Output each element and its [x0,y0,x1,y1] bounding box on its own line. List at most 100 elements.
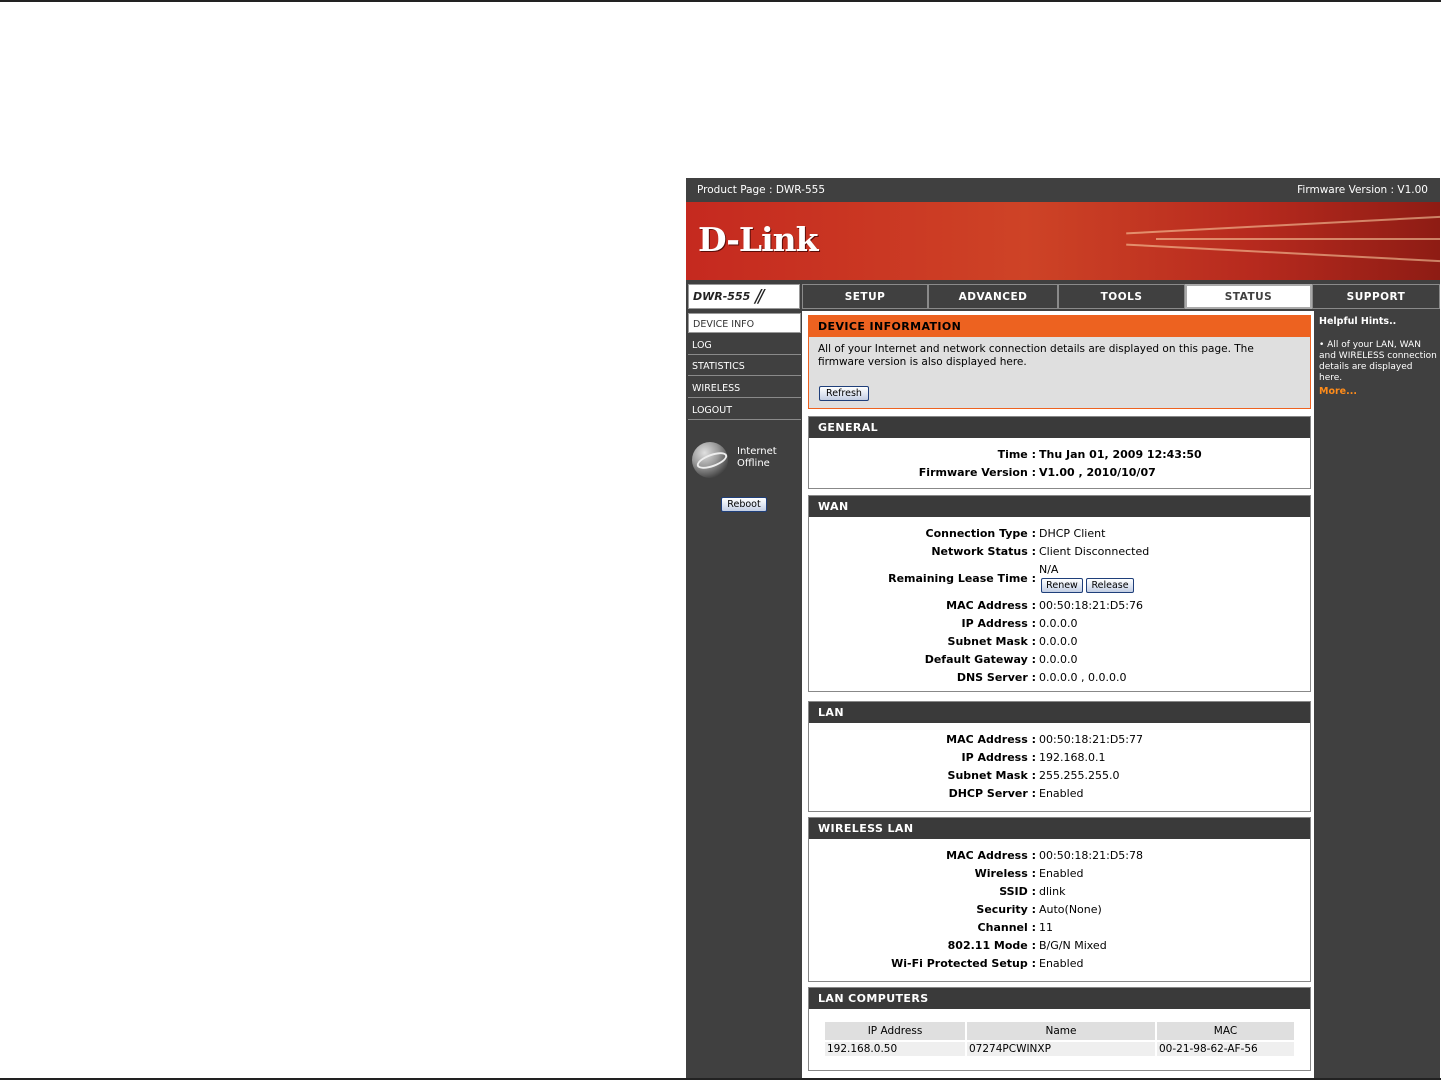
wlan-wps-label: Wi-Fi Protected Setup : [891,957,1036,970]
wlan-ssid-label: SSID : [999,885,1036,898]
lan-mac-row: MAC Address : 00:50:18:21:D5:77 [809,733,1312,750]
internet-status-text: Internet Offline [737,446,777,470]
wan-title: WAN [809,496,1310,517]
offline-label: Offline [737,458,770,469]
lan-ip-row: IP Address : 192.168.0.1 [809,751,1312,768]
tab-support[interactable]: SUPPORT [1312,284,1440,309]
tab-tools[interactable]: TOOLS [1058,284,1185,309]
wan-mac-row: MAC Address : 00:50:18:21:D5:76 [809,599,1312,616]
lan-subnet-value: 255.255.255.0 [1039,769,1120,782]
wan-connection-type-row: Connection Type : DHCP Client [809,527,1312,544]
lan-dhcp-row: DHCP Server : Enabled [809,787,1312,804]
table-header-row: IP Address Name MAC [825,1022,1294,1040]
wlan-channel-row: Channel : 11 [809,921,1312,938]
cell-name: 07274PCWINXP [967,1042,1155,1056]
wan-gateway-row: Default Gateway : 0.0.0.0 [809,653,1312,670]
more-link[interactable]: More... [1319,386,1357,397]
tab-status[interactable]: STATUS [1185,284,1312,309]
time-label: Time : [997,448,1036,461]
wan-ip-value: 0.0.0.0 [1039,617,1078,630]
helpful-hints-text: • All of your LAN, WAN and WIRELESS conn… [1319,340,1437,383]
lan-ip-label: IP Address : [961,751,1036,764]
lan-computers-panel: LAN COMPUTERS IP Address Name MAC 192.16… [808,987,1311,1071]
cell-mac: 00-21-98-62-AF-56 [1157,1042,1294,1056]
wlan-mac-value: 00:50:18:21:D5:78 [1039,849,1143,862]
lan-title: LAN [809,702,1310,723]
lan-mac-label: MAC Address : [946,733,1036,746]
column-header-ip: IP Address [825,1022,965,1040]
refresh-button[interactable]: Refresh [819,386,869,401]
release-button[interactable]: Release [1086,578,1134,593]
wlan-channel-label: Channel : [977,921,1036,934]
cell-ip: 192.168.0.50 [825,1042,965,1056]
wan-dns-label: DNS Server : [956,671,1036,684]
wireless-lan-panel: WIRELESS LAN MAC Address : 00:50:18:21:D… [808,817,1311,982]
tab-setup[interactable]: SETUP [802,284,928,309]
tab-advanced[interactable]: ADVANCED [928,284,1058,309]
lan-computers-title: LAN COMPUTERS [809,988,1310,1009]
firmware-label: Firmware Version : [918,466,1036,479]
internet-status: Internet Offline [692,442,802,482]
banner-streak [1126,243,1440,263]
wan-subnet-value: 0.0.0.0 [1039,635,1078,648]
wan-subnet-row: Subnet Mask : 0.0.0.0 [809,635,1312,652]
wlan-wps-value: Enabled [1039,957,1084,970]
lan-computers-table: IP Address Name MAC 192.168.0.50 07274PC… [823,1020,1296,1058]
column-header-mac: MAC [1157,1022,1294,1040]
wan-dns-row: DNS Server : 0.0.0.0 , 0.0.0.0 [809,671,1312,688]
lan-mac-value: 00:50:18:21:D5:77 [1039,733,1143,746]
wan-mac-value: 00:50:18:21:D5:76 [1039,599,1143,612]
firmware-row: Firmware Version : V1.00 , 2010/10/07 [809,466,1312,483]
general-title: GENERAL [809,417,1310,438]
connection-type-value: DHCP Client [1039,527,1106,540]
wlan-security-value: Auto(None) [1039,903,1102,916]
lan-dhcp-value: Enabled [1039,787,1084,800]
model-badge: DWR-555 // [688,284,800,309]
time-row: Time : Thu Jan 01, 2009 12:43:50 [809,448,1312,465]
globe-icon [692,442,728,478]
lan-subnet-label: Subnet Mask : [947,769,1036,782]
wlan-wps-row: Wi-Fi Protected Setup : Enabled [809,957,1312,974]
wireless-lan-title: WIRELESS LAN [809,818,1310,839]
lease-time-value: N/A [1039,563,1059,576]
model-name: DWR-555 [693,290,751,303]
wlan-mode-row: 802.11 Mode : B/G/N Mixed [809,939,1312,956]
wlan-mac-row: MAC Address : 00:50:18:21:D5:78 [809,849,1312,866]
wan-gateway-label: Default Gateway : [924,653,1036,666]
main-content: DEVICE INFORMATION All of your Internet … [802,311,1314,1078]
top-rule [0,0,1441,2]
device-information-panel: DEVICE INFORMATION All of your Internet … [808,315,1311,409]
model-slash-decoration: // [755,286,764,307]
wan-subnet-label: Subnet Mask : [947,635,1036,648]
banner-streak [1126,215,1440,235]
wan-network-status-row: Network Status : Client Disconnected [809,545,1312,562]
wlan-wireless-row: Wireless : Enabled [809,867,1312,884]
wan-mac-label: MAC Address : [946,599,1036,612]
helpful-hints-column: Helpful Hints.. • All of your LAN, WAN a… [1316,311,1440,1078]
product-bar: Product Page : DWR-555 Firmware Version … [686,178,1440,201]
dlink-logo: D-Link [698,220,819,259]
renew-button[interactable]: Renew [1041,578,1083,593]
lan-panel: LAN MAC Address : 00:50:18:21:D5:77 IP A… [808,701,1311,812]
sidebar-item-logout[interactable]: LOGOUT [688,400,801,420]
connection-type-label: Connection Type : [925,527,1036,540]
device-information-title: DEVICE INFORMATION [809,316,1310,337]
reboot-button[interactable]: Reboot [721,497,767,512]
wlan-security-label: Security : [976,903,1036,916]
lan-ip-value: 192.168.0.1 [1039,751,1106,764]
sidebar-item-wireless[interactable]: WIRELESS [688,378,801,398]
wlan-mode-value: B/G/N Mixed [1039,939,1107,952]
bottom-rule [0,1078,1441,1080]
network-status-value: Client Disconnected [1039,545,1150,558]
lan-dhcp-label: DHCP Server : [948,787,1036,800]
device-information-description: All of your Internet and network connect… [818,343,1254,368]
firmware-version-label: Firmware Version : V1.00 [1297,183,1428,196]
sidebar-item-statistics[interactable]: STATISTICS [688,356,801,376]
wan-ip-row: IP Address : 0.0.0.0 [809,617,1312,634]
general-panel: GENERAL Time : Thu Jan 01, 2009 12:43:50… [808,416,1311,489]
sidebar-item-log[interactable]: LOG [688,335,801,355]
time-value: Thu Jan 01, 2009 12:43:50 [1039,448,1202,461]
sidebar-item-device-info[interactable]: DEVICE INFO [688,313,801,333]
product-page-label: Product Page : DWR-555 [697,183,826,196]
wlan-mac-label: MAC Address : [946,849,1036,862]
